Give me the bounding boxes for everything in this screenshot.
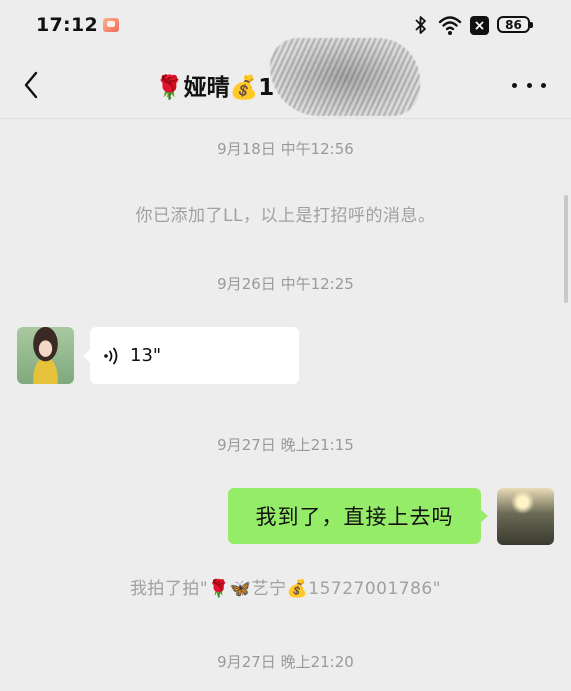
chat-message-list[interactable]: 9月18日 中午12:56 你已添加了LL，以上是打招呼的消息。 9月26日 中… bbox=[0, 119, 571, 691]
message-timestamp: 9月26日 中午12:25 bbox=[217, 275, 354, 293]
app-notification-icon bbox=[103, 18, 119, 32]
chevron-left-icon bbox=[24, 71, 38, 99]
redaction-scribble bbox=[270, 38, 420, 116]
more-button[interactable] bbox=[512, 78, 546, 92]
chat-title: 🌹娅晴💰1 bbox=[155, 75, 275, 101]
voice-message-bubble[interactable]: 13" bbox=[83, 327, 299, 384]
status-time: 17:12 bbox=[36, 14, 98, 36]
more-dot bbox=[541, 82, 546, 88]
message-timestamp: 9月18日 中午12:56 bbox=[217, 140, 354, 158]
close-box-icon: × bbox=[470, 16, 489, 35]
back-button[interactable] bbox=[16, 68, 46, 102]
system-message: 你已添加了LL，以上是打招呼的消息。 bbox=[135, 206, 436, 226]
system-message: 我拍了拍"🌹🦋艺宁💰15727001786" bbox=[129, 579, 442, 599]
message-timestamp: 9月27日 晚上21:15 bbox=[217, 436, 354, 454]
contact-avatar[interactable] bbox=[17, 327, 74, 384]
wifi-icon bbox=[438, 16, 462, 35]
my-avatar[interactable] bbox=[497, 488, 554, 545]
outgoing-text-bubble[interactable]: 我到了，直接上去吗 bbox=[228, 488, 488, 544]
battery-icon: 86 bbox=[497, 16, 533, 33]
message-timestamp: 9月27日 晚上21:20 bbox=[217, 653, 354, 671]
battery-level: 86 bbox=[505, 17, 522, 32]
voice-wave-icon bbox=[104, 347, 118, 364]
more-dot bbox=[526, 82, 532, 88]
bluetooth-icon bbox=[415, 16, 426, 34]
more-dot bbox=[512, 82, 517, 88]
voice-duration: 13" bbox=[130, 345, 162, 366]
